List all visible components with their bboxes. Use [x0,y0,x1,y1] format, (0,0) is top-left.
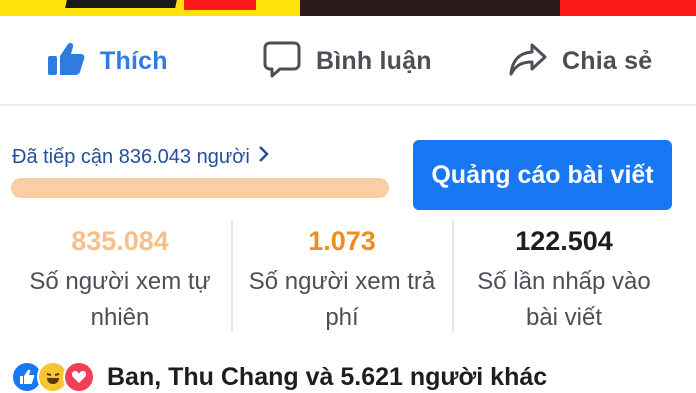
like-label: Thích [100,46,168,75]
comment-label: Bình luận [316,46,432,75]
reactions-summary[interactable]: Ban, Thu Chang và 5.621 người khác [11,361,548,393]
reach-text: Đã tiếp cận 836.043 người [12,145,250,168]
post-action-bar: Thích Bình luận Chia sẻ [0,24,696,98]
love-icon [63,361,95,393]
post-clicks-stat: 122.504 Số lần nhấp vào bài viết [454,222,674,336]
chevron-right-icon [258,145,270,169]
reach-link[interactable]: Đã tiếp cận 836.043 người [12,145,270,169]
thumbs-up-icon [46,41,86,82]
share-label: Chia sẻ [562,46,653,75]
share-arrow-icon [508,41,548,82]
comment-bubble-icon [262,40,302,83]
paid-views-value: 1.073 [308,226,376,256]
reactions-summary-text: Ban, Thu Chang và 5.621 người khác [107,362,548,391]
share-button[interactable]: Chia sẻ [508,24,652,98]
boost-post-button[interactable]: Quảng cáo bài viết [413,140,672,210]
post-image-banner [0,0,696,16]
post-clicks-value: 122.504 [515,226,613,256]
paid-views-label: Số người xem trả phí [248,268,436,331]
post-clicks-label: Số lần nhấp vào bài viết [477,268,651,331]
comment-button[interactable]: Bình luận [262,24,432,98]
like-button[interactable]: Thích [46,24,168,98]
paid-views-stat: 1.073 Số người xem trả phí [232,222,452,336]
reach-progress-bar [11,178,389,198]
divider [0,104,696,106]
organic-views-value: 835.084 [71,226,169,256]
organic-views-label: Số người xem tự nhiên [29,268,211,331]
organic-views-stat: 835.084 Số người xem tự nhiên [10,222,230,336]
